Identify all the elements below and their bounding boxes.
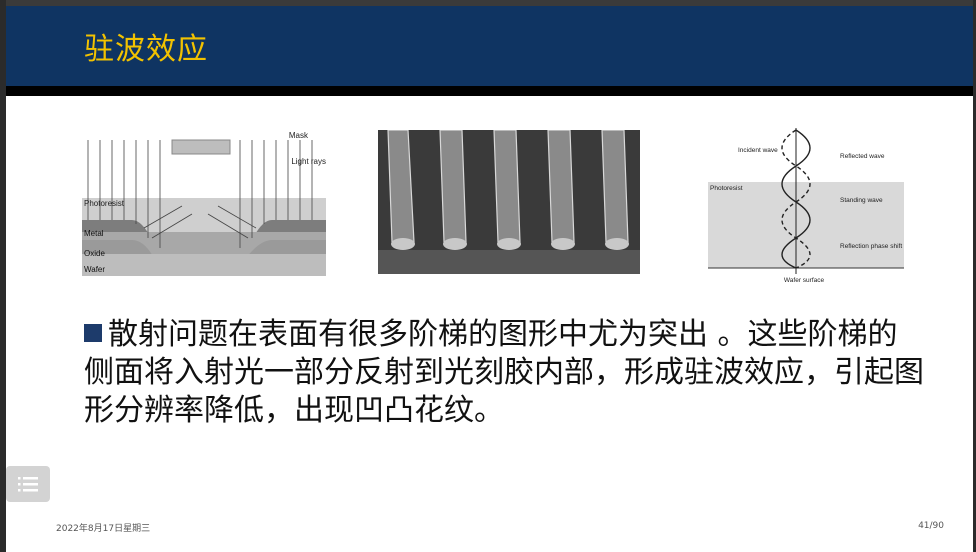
incident-wave-label: Incident wave — [738, 147, 778, 154]
body-text: 散射问题在表面有很多阶梯的图形中尤为突出 。这些阶梯的侧面将入射光一部分反射到光… — [84, 317, 924, 428]
square-bullet-icon — [84, 324, 102, 342]
fig3-photoresist-label: Photoresist — [710, 185, 743, 192]
list-icon — [18, 477, 38, 492]
oxide-label: Oxide — [84, 249, 105, 258]
page-number: 41/90 — [918, 521, 944, 531]
standing-wave-diagram: Incident wave Reflected wave Photoresist… — [704, 124, 908, 286]
light-rays-label: Light rays — [291, 157, 326, 166]
slide-menu-button[interactable] — [6, 466, 50, 502]
wafer-label: Wafer — [84, 265, 105, 274]
sem-micrograph-image — [378, 130, 640, 274]
standing-wave-label: Standing wave — [840, 197, 883, 204]
reflection-diagram: Mask Light rays Photoresist Metal Oxide … — [82, 128, 326, 276]
slide-title: 驻波效应 — [84, 32, 208, 67]
banner-divider — [6, 86, 973, 96]
photoresist-label: Photoresist — [84, 199, 125, 208]
wafer-surface-label: Wafer surface — [784, 277, 825, 284]
phase-shift-label: Reflection phase shift — [840, 243, 902, 250]
mask-label: Mask — [289, 131, 309, 140]
metal-label: Metal — [84, 229, 104, 238]
slide-date: 2022年8月17日星期三 — [56, 524, 151, 534]
reflected-wave-label: Reflected wave — [840, 153, 885, 160]
body-paragraph: 散射问题在表面有很多阶梯的图形中尤为突出 。这些阶梯的侧面将入射光一部分反射到光… — [84, 316, 924, 430]
